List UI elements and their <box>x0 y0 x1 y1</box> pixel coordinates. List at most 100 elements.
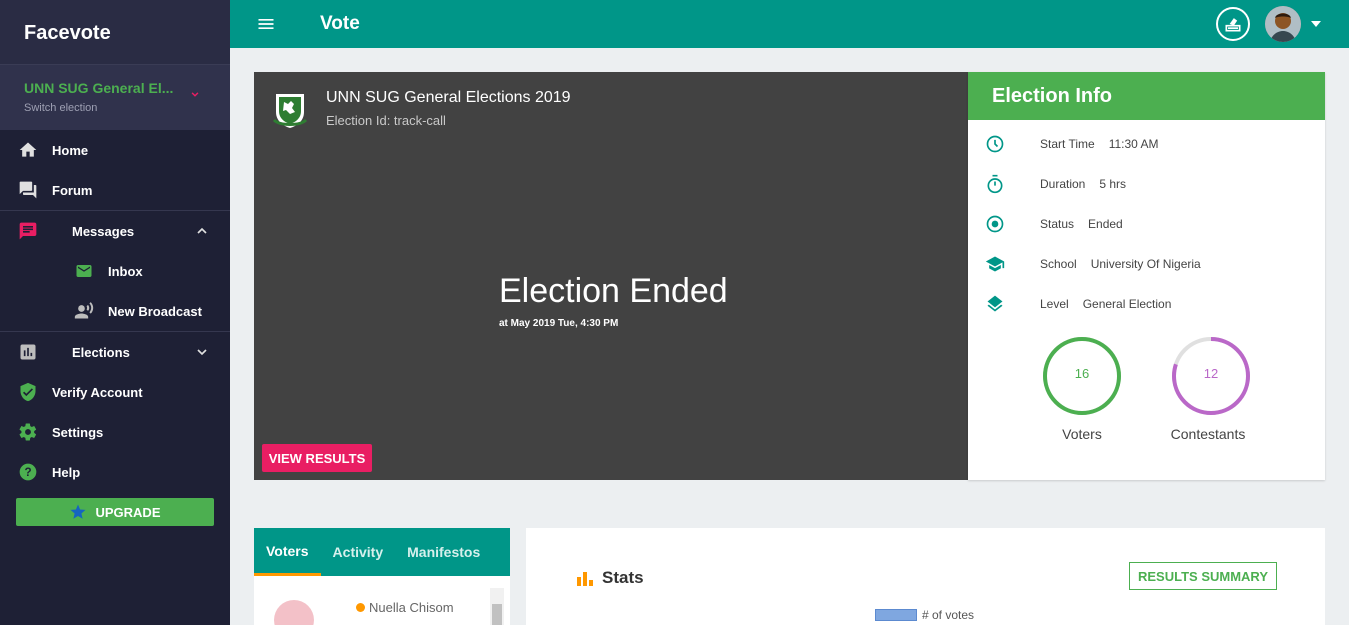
sidebar-item-new-broadcast[interactable]: New Broadcast <box>0 291 230 331</box>
contestants-stat: 12 Contestants <box>1171 336 1251 442</box>
gear-icon <box>18 422 38 442</box>
sidebar-item-label: Inbox <box>108 263 143 279</box>
view-results-button[interactable]: VIEW RESULTS <box>262 444 372 472</box>
sidebar-item-label: Messages <box>72 223 135 239</box>
chevron-up-icon <box>197 227 207 234</box>
election-name: UNN SUG General El... <box>24 80 174 96</box>
switch-election-label: Switch election <box>24 102 98 114</box>
voter-name-text: Nuella Chisom <box>369 600 454 615</box>
voters-stat: 16 Voters <box>1042 336 1122 442</box>
info-row-start-time: Start Time 11:30 AM <box>968 124 1325 164</box>
page-title: Vote <box>320 13 360 34</box>
chevron-down-icon <box>197 349 207 356</box>
sidebar-item-label: Settings <box>52 424 104 440</box>
sidebar-item-label: New Broadcast <box>108 303 202 319</box>
layers-icon <box>984 293 1006 315</box>
election-hero-card: UNN SUG General Elections 2019 Election … <box>254 72 968 480</box>
shield-check-icon <box>18 382 38 402</box>
chevron-down-icon <box>191 92 199 97</box>
scrollbar[interactable] <box>490 588 504 625</box>
stats-card: Stats RESULTS SUMMARY # of votes <box>526 528 1325 625</box>
election-info-title: Election Info <box>968 72 1325 120</box>
legend-label: # of votes <box>922 608 975 622</box>
info-row-status: Status Ended <box>968 204 1325 244</box>
school-icon <box>984 253 1006 275</box>
avatar[interactable] <box>1265 6 1301 42</box>
brand-title: Facevote <box>0 0 230 64</box>
sidebar-item-settings[interactable]: Settings <box>0 412 230 452</box>
contestants-label: Contestants <box>1170 426 1246 442</box>
election-status-heading: Election Ended <box>499 272 728 310</box>
info-key: Status <box>1040 217 1075 231</box>
info-row-duration: Duration 5 hrs <box>968 164 1325 204</box>
university-logo-icon <box>272 94 308 128</box>
status-icon <box>984 213 1006 235</box>
menu-icon[interactable] <box>256 14 276 34</box>
info-value: 11:30 AM <box>1108 137 1159 151</box>
info-value: Ended <box>1088 217 1123 231</box>
upgrade-label: UPGRADE <box>95 504 161 520</box>
message-icon <box>18 221 38 241</box>
election-switcher[interactable]: UNN SUG General El... Switch election <box>0 64 230 130</box>
voters-count: 16 <box>1074 366 1090 381</box>
sidebar-item-elections[interactable]: Elections <box>0 332 230 372</box>
voters-label: Voters <box>1062 426 1102 442</box>
vote-icon[interactable] <box>1216 7 1250 41</box>
star-icon <box>70 504 86 519</box>
caret-down-icon[interactable] <box>1311 19 1321 29</box>
tab-activity[interactable]: Activity <box>321 528 396 576</box>
voters-panel: Voters Activity Manifestos Nuella Chisom <box>254 528 510 625</box>
info-key: Level <box>1040 297 1069 311</box>
list-item[interactable]: Nuella Chisom <box>274 600 454 625</box>
tab-manifestos[interactable]: Manifestos <box>395 528 492 576</box>
sidebar-item-verify-account[interactable]: Verify Account <box>0 372 230 412</box>
info-row-level: Level General Election <box>968 284 1325 324</box>
stats-title: Stats <box>602 568 644 587</box>
sidebar-item-inbox[interactable]: Inbox <box>0 251 230 291</box>
sidebar-item-help[interactable]: ? Help <box>0 452 230 492</box>
info-row-school: School University Of Nigeria <box>968 244 1325 284</box>
upgrade-button[interactable]: UPGRADE <box>16 498 214 526</box>
svg-text:?: ? <box>24 466 31 479</box>
sidebar-item-label: Elections <box>72 344 130 360</box>
info-key: Start Time <box>1040 137 1095 151</box>
online-status-dot <box>356 603 365 612</box>
chart-icon <box>18 342 38 362</box>
mail-icon <box>74 261 94 281</box>
forum-icon <box>18 180 38 200</box>
stats-heading: Stats <box>576 568 644 588</box>
scrollbar-thumb[interactable] <box>492 604 502 625</box>
sidebar-item-label: Help <box>52 464 81 480</box>
election-info-card: Election Info Start Time 11:30 AM Durati… <box>968 72 1325 480</box>
timer-icon <box>984 173 1006 195</box>
avatar <box>274 600 314 625</box>
results-summary-button[interactable]: RESULTS SUMMARY <box>1129 562 1277 590</box>
help-icon: ? <box>18 462 38 482</box>
legend-swatch <box>875 609 917 621</box>
info-value: University Of Nigeria <box>1090 257 1201 271</box>
info-value: General Election <box>1082 297 1172 311</box>
info-key: Duration <box>1040 177 1086 191</box>
clock-icon <box>984 133 1006 155</box>
sidebar: Facevote UNN SUG General El... Switch el… <box>0 0 230 625</box>
election-title: UNN SUG General Elections 2019 <box>326 89 571 106</box>
sidebar-item-label: Home <box>52 142 89 158</box>
sidebar-item-forum[interactable]: Forum <box>0 170 230 210</box>
sidebar-item-home[interactable]: Home <box>0 130 230 170</box>
election-ended-time: at May 2019 Tue, 4:30 PM <box>499 318 619 329</box>
broadcast-icon <box>74 301 94 321</box>
panel-tabs: Voters Activity Manifestos <box>254 528 510 576</box>
info-value: 5 hrs <box>1099 177 1127 191</box>
home-icon <box>18 140 38 160</box>
tab-voters[interactable]: Voters <box>254 528 321 576</box>
contestants-count: 12 <box>1203 366 1219 381</box>
chart-legend: # of votes <box>875 608 974 622</box>
sidebar-item-label: Verify Account <box>52 384 143 400</box>
sidebar-item-messages[interactable]: Messages <box>0 211 230 251</box>
bar-chart-icon <box>577 572 593 586</box>
voter-name: Nuella Chisom <box>356 600 454 615</box>
topbar: Vote <box>230 0 1349 48</box>
election-id: Election Id: track-call <box>326 113 446 128</box>
info-key: School <box>1040 257 1077 271</box>
sidebar-item-label: Forum <box>52 182 93 198</box>
